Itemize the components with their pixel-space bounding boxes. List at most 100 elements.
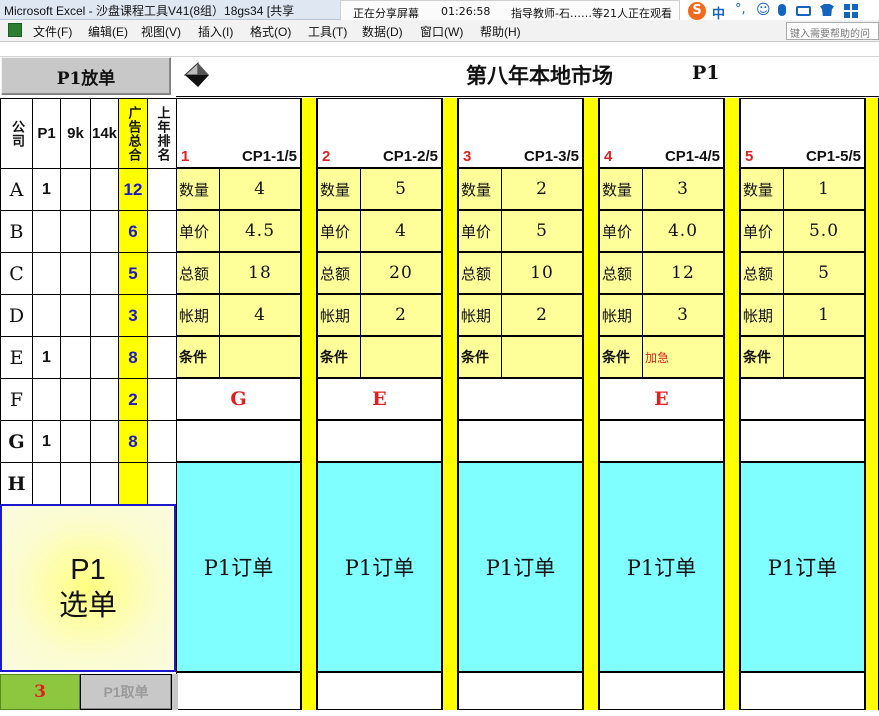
- field-label-text: 条件: [320, 350, 348, 366]
- field-value-text: 5: [395, 179, 407, 199]
- field-value-price: 4.0: [642, 210, 724, 252]
- field-value-text: 5: [536, 221, 548, 241]
- field-label-text: 数量: [602, 180, 633, 199]
- header-last-rank-label: 上年排名: [154, 105, 170, 162]
- table-cell: [90, 210, 119, 253]
- keyboard-icon[interactable]: [796, 6, 811, 16]
- ad-total: 12: [123, 179, 143, 199]
- header-p1: P1: [32, 98, 61, 169]
- field-value-text: 5: [818, 263, 830, 283]
- excel-doc-icon[interactable]: [8, 23, 22, 37]
- field-label-text: 数量: [320, 180, 351, 199]
- window-title: Microsoft Excel - 沙盘课程工具V41(8组）18gs34 [共…: [4, 4, 295, 18]
- field-value-text: 加急: [645, 350, 670, 365]
- skin-icon[interactable]: [820, 4, 834, 16]
- share-viewers[interactable]: 指导教师-石……等21人正在观看: [511, 5, 672, 21]
- emoji-icon[interactable]: ☺: [756, 2, 771, 18]
- table-cell: 6: [118, 210, 148, 253]
- field-value-text: 3: [677, 179, 689, 199]
- field-value-text: 1: [818, 179, 830, 199]
- empty-cell: [458, 420, 583, 462]
- order-button-label: P1订单: [344, 556, 415, 580]
- table-cell: 2: [118, 378, 148, 421]
- order-button-1[interactable]: P1订单: [176, 462, 301, 672]
- field-value-cond: [360, 336, 442, 378]
- field-value-qty: 3: [642, 168, 724, 210]
- empty-cell: [599, 420, 724, 462]
- toolbox-icon[interactable]: [844, 4, 858, 18]
- menu-edit[interactable]: 编辑(E): [88, 23, 128, 40]
- table-cell: [147, 378, 177, 421]
- market-title: 第八年本地市场: [466, 63, 613, 88]
- selected-count-cell: 3: [0, 674, 80, 710]
- field-label-cond: 条件: [599, 336, 643, 378]
- menu-help[interactable]: 帮助(H): [480, 23, 521, 40]
- field-value-text: 4: [254, 179, 266, 199]
- table-cell: [32, 252, 61, 295]
- p1-count: 1: [42, 180, 51, 198]
- ad-total: 2: [128, 389, 138, 409]
- order-button-label: P1订单: [767, 556, 838, 580]
- field-value-term: 2: [501, 294, 583, 336]
- field-label-qty: 数量: [599, 168, 643, 210]
- sogou-logo-icon[interactable]: S: [688, 2, 706, 20]
- order-button-5[interactable]: P1订单: [740, 462, 865, 672]
- company-row: C: [0, 252, 33, 295]
- help-search-input[interactable]: 键入需要帮助的问: [786, 22, 879, 40]
- header-company-label: 公司: [9, 119, 24, 148]
- field-label-text: 条件: [743, 350, 771, 366]
- winner-cell: E: [599, 378, 724, 420]
- field-label-text: 单价: [179, 222, 210, 241]
- menu-insert[interactable]: 插入(I): [198, 23, 233, 40]
- field-label-qty: 数量: [317, 168, 361, 210]
- field-value-text: 4: [254, 305, 266, 325]
- order-header: 5 CP1-5/5: [740, 98, 865, 168]
- field-label-text: 帐期: [743, 306, 774, 325]
- table-cell: [32, 378, 61, 421]
- p1-count: 1: [42, 432, 51, 450]
- separator-column: [865, 98, 879, 710]
- menu-data[interactable]: 数据(D): [362, 23, 403, 40]
- field-value-text: 20: [389, 263, 413, 283]
- menu-window[interactable]: 窗口(W): [420, 23, 463, 40]
- menu-tools[interactable]: 工具(T): [308, 23, 347, 40]
- order-header: 4 CP1-4/5: [599, 98, 724, 168]
- ad-total: 3: [128, 305, 138, 325]
- order-button-3[interactable]: P1订单: [458, 462, 583, 672]
- share-time: 01:26:58: [441, 5, 491, 18]
- field-value-total: 20: [360, 252, 442, 294]
- field-label-cond: 条件: [740, 336, 784, 378]
- field-value-price: 4: [360, 210, 442, 252]
- company-row: F: [0, 378, 33, 421]
- field-label-text: 帐期: [461, 306, 492, 325]
- cancel-order-button[interactable]: P1取单: [80, 674, 172, 710]
- table-cell: 1: [32, 336, 61, 379]
- field-value-text: 3: [677, 305, 689, 325]
- table-cell: [90, 420, 119, 463]
- field-label-term: 帐期: [458, 294, 502, 336]
- ad-total: 6: [128, 221, 138, 241]
- microphone-icon[interactable]: [778, 4, 786, 16]
- field-value-term: 3: [642, 294, 724, 336]
- punctuation-icon[interactable]: °,: [735, 2, 746, 17]
- menu-format[interactable]: 格式(O): [250, 23, 291, 40]
- table-cell: [60, 210, 91, 253]
- table-cell: [32, 294, 61, 337]
- table-cell: 8: [118, 420, 148, 463]
- order-button-2[interactable]: P1订单: [317, 462, 442, 672]
- select-order-panel[interactable]: P1 选单: [0, 504, 176, 672]
- p1-count: 1: [42, 348, 51, 366]
- table-cell: [60, 168, 91, 211]
- select-arrow-icon[interactable]: [182, 60, 212, 90]
- place-order-button[interactable]: P1放单: [1, 57, 171, 95]
- company-code: G: [8, 430, 25, 453]
- company-code: C: [9, 262, 24, 285]
- header-company: 公司: [0, 98, 33, 169]
- field-label-total: 总额: [599, 252, 643, 294]
- menu-file[interactable]: 文件(F): [33, 23, 72, 40]
- order-button-4[interactable]: P1订单: [599, 462, 724, 672]
- menu-view[interactable]: 视图(V): [141, 23, 181, 40]
- table-cell: [60, 378, 91, 421]
- field-value-price: 5.0: [783, 210, 865, 252]
- header-p1-label: P1: [37, 125, 56, 142]
